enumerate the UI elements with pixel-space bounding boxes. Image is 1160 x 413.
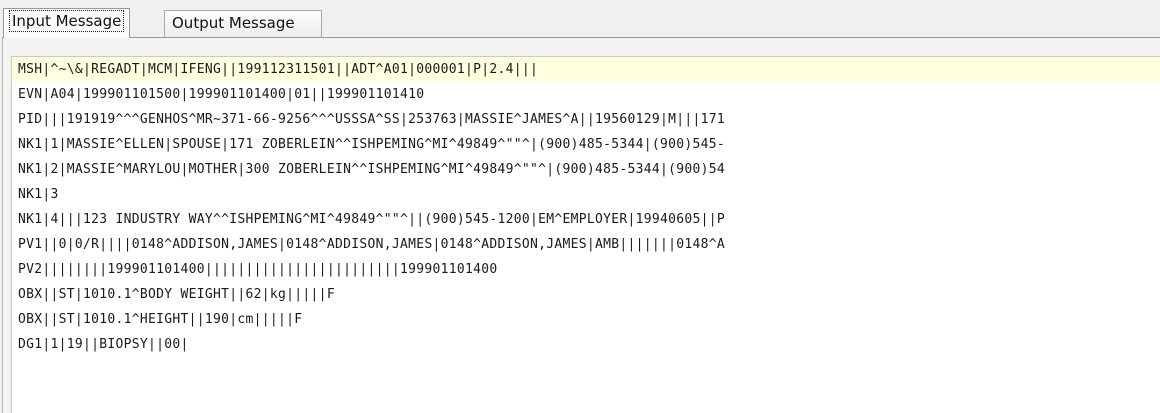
tab-output-message[interactable]: Output Message	[164, 10, 322, 37]
message-line-pid[interactable]: PID|||191919^^^GENHOS^MR~371-66-9256^^^U…	[12, 107, 1160, 132]
tab-input-message-label: Input Message	[8, 10, 125, 32]
message-editor[interactable]: MSH|^~\&|REGADT|MCM|IFENG||199112311501|…	[11, 56, 1160, 413]
message-line-nk1-3[interactable]: NK1|3	[12, 182, 1160, 207]
message-line-pv2[interactable]: PV2||||||||199901101400|||||||||||||||||…	[12, 257, 1160, 282]
message-line-nk1-4[interactable]: NK1|4|||123 INDUSTRY WAY^^ISHPEMING^MI^4…	[12, 207, 1160, 232]
message-line-evn[interactable]: EVN|A04|199901101500|199901101400|01||19…	[12, 82, 1160, 107]
message-line-obx-2[interactable]: OBX||ST|1010.1^HEIGHT||190|cm|||||F	[12, 307, 1160, 332]
tab-output-message-label: Output Message	[172, 14, 295, 32]
message-line-nk1-2[interactable]: NK1|2|MASSIE^MARYLOU|MOTHER|300 ZOBERLEI…	[12, 157, 1160, 182]
message-line-msh[interactable]: MSH|^~\&|REGADT|MCM|IFENG||199112311501|…	[12, 57, 1160, 82]
message-line-pv1[interactable]: PV1||0|0/R||||0148^ADDISON,JAMES|0148^AD…	[12, 232, 1160, 257]
tab-strip: Input Message Output Message	[0, 0, 1160, 40]
message-line-dg1[interactable]: DG1|1|19||BIOPSY||00|	[12, 332, 1160, 357]
tab-input-message[interactable]: Input Message	[3, 8, 131, 38]
message-viewer-window: Input Message Output Message MSH|^~\&|RE…	[0, 0, 1160, 413]
message-line-obx-1[interactable]: OBX||ST|1010.1^BODY WEIGHT||62|kg|||||F	[12, 282, 1160, 307]
message-line-nk1-1[interactable]: NK1|1|MASSIE^ELLEN|SPOUSE|171 ZOBERLEIN^…	[12, 132, 1160, 157]
tab-content-panel: MSH|^~\&|REGADT|MCM|IFENG||199112311501|…	[2, 37, 1160, 413]
